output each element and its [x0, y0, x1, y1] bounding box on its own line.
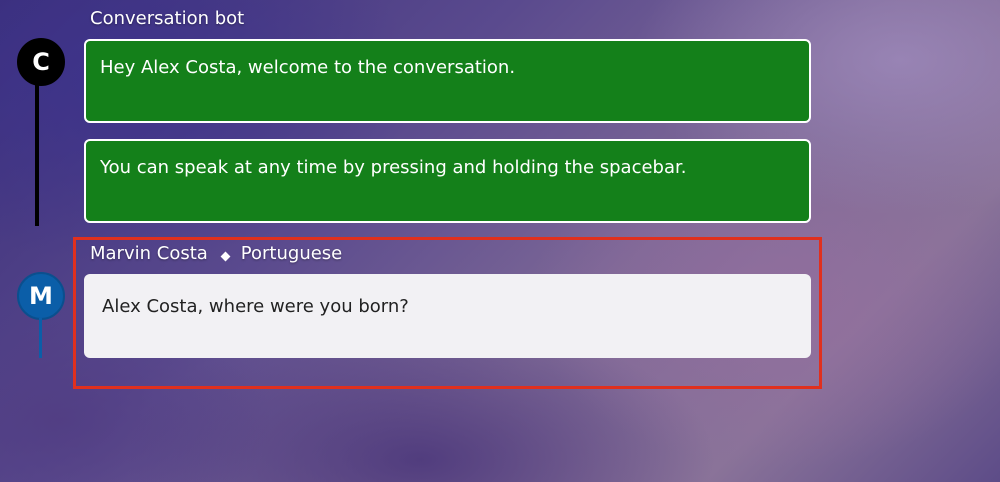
user-message-bubble: Alex Costa, where were you born? [84, 274, 811, 358]
bot-thread-line [35, 84, 39, 226]
bot-sender-name: Conversation bot [90, 8, 245, 29]
user-language: Portuguese [240, 243, 343, 264]
diamond-icon [220, 251, 231, 262]
user-message-header: Marvin Costa Portuguese [90, 243, 342, 264]
user-thread-line [39, 318, 42, 358]
bot-avatar: C [17, 38, 65, 86]
user-sender-name: Marvin Costa [90, 243, 208, 264]
user-avatar: M [17, 272, 65, 320]
bot-message-bubble: Hey Alex Costa, welcome to the conversat… [84, 39, 811, 123]
bot-message-bubble: You can speak at any time by pressing an… [84, 139, 811, 223]
